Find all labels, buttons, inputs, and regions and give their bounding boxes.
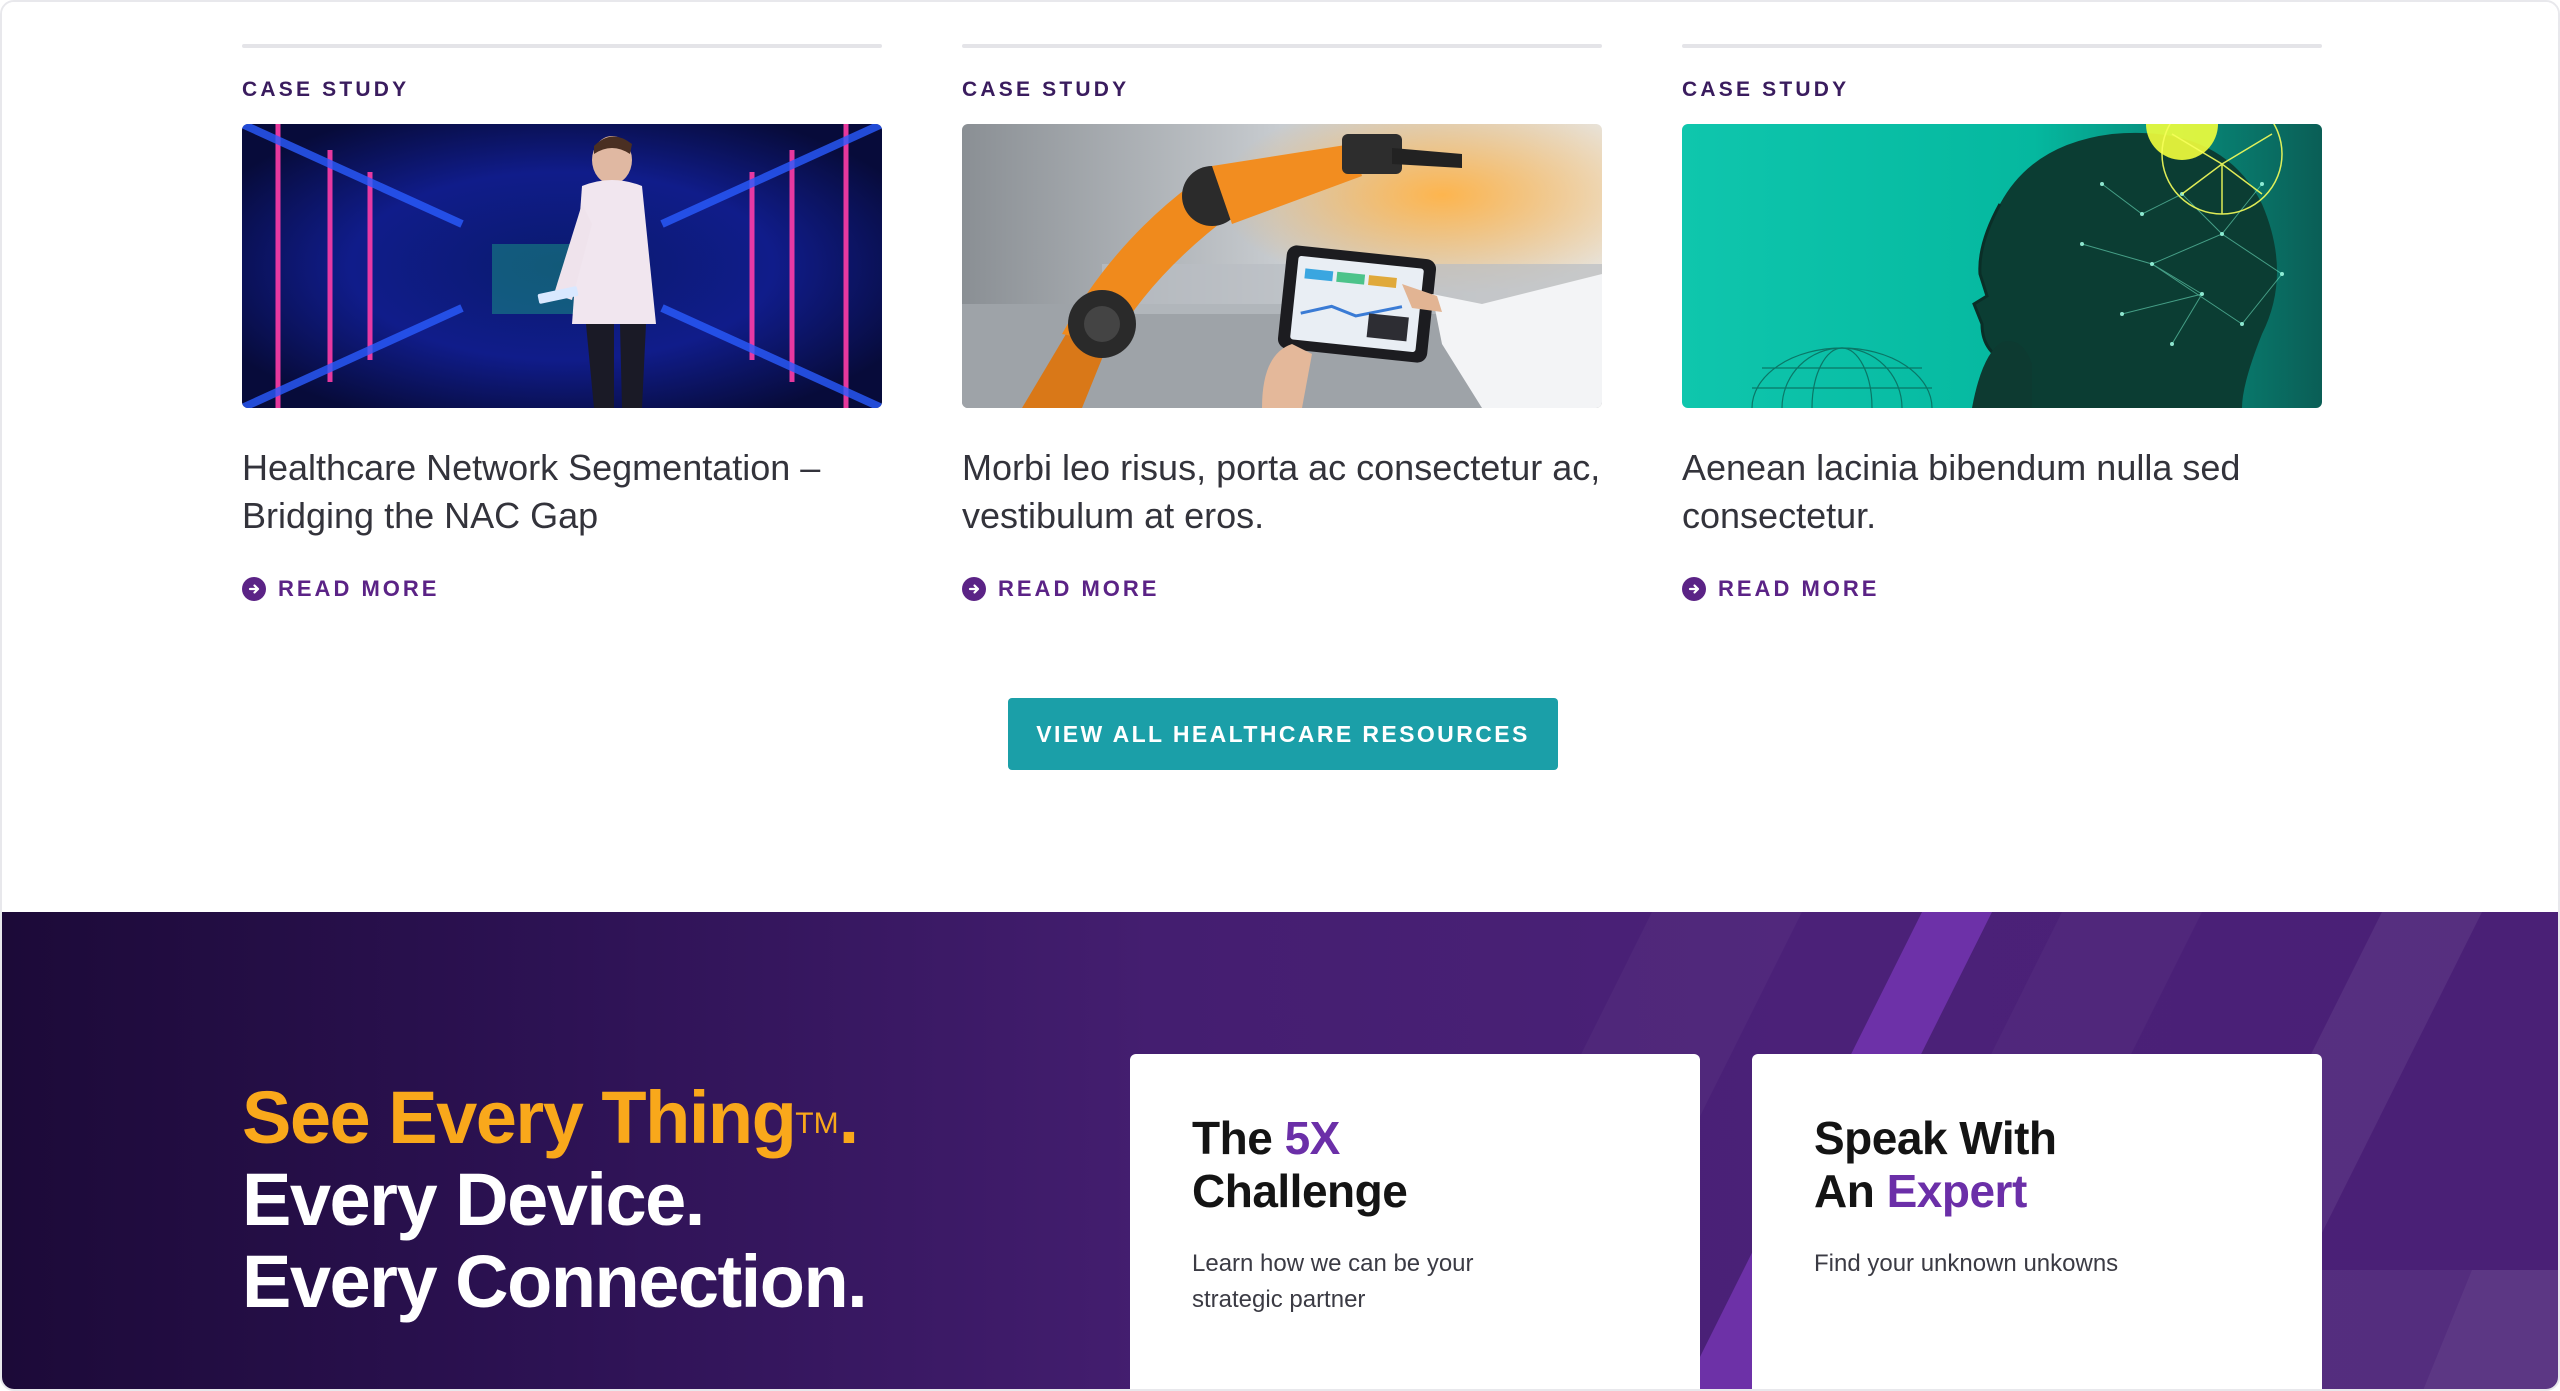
read-more-label: READ MORE [1718,576,1880,601]
five-x-challenge-card[interactable]: The 5X Challenge Learn how we can be you… [1130,1054,1700,1389]
promo-band: See Every ThingTM. Every Device. Every C… [2,912,2558,1389]
card-description: Find your unknown unkowns [1814,1250,2119,1277]
card-image[interactable] [242,124,882,408]
card-category: CASE STUDY [962,78,1130,101]
card-category: CASE STUDY [1682,78,1850,101]
card-divider [1682,44,2322,48]
healthcare-resources-section: CASE STUDY Healthcare Network Segmentati… [2,2,2558,912]
resource-card: CASE STUDY [242,44,882,602]
read-more-link[interactable]: READ MORE [242,576,882,602]
arrow-circle-right-icon [962,577,986,601]
speak-with-expert-card[interactable]: Speak With An Expert Find your unknown u… [1752,1054,2322,1389]
card-divider [962,44,1602,48]
resource-card: CASE STUDY [962,44,1602,602]
trademark-mark: TM [795,1107,839,1140]
view-all-resources-button[interactable]: VIEW ALL HEALTHCARE RESOURCES [1008,698,1558,770]
tagline-line-3: Every Connection. [242,1240,868,1323]
data-center-corridor-image [242,124,882,408]
card-image[interactable] [962,124,1602,408]
read-more-label: READ MORE [278,576,440,601]
card-divider [242,44,882,48]
card-image[interactable] [1682,124,2322,408]
tagline-line-2: Every Device. [242,1158,705,1241]
card-title: The 5X Challenge [1192,1112,1408,1217]
card-description: Learn how we can be your strategic partn… [1192,1250,1474,1313]
card-headline[interactable]: Aenean lacinia bibendum nulla sed consec… [1682,444,2322,540]
arrow-circle-right-icon [1682,577,1706,601]
page-frame: CASE STUDY Healthcare Network Segmentati… [0,0,2560,1391]
card-title: Speak With An Expert [1814,1112,2057,1217]
card-category: CASE STUDY [242,78,410,101]
resource-card: CASE STUDY [1682,44,2322,602]
card-headline[interactable]: Healthcare Network Segmentation – Bridgi… [242,444,882,540]
robot-arm-tablet-image [962,124,1602,408]
card-headline[interactable]: Morbi leo risus, porta ac consectetur ac… [962,444,1602,540]
promo-tagline: See Every ThingTM. Every Device. Every C… [242,1076,868,1323]
arrow-circle-right-icon [242,577,266,601]
digital-profile-image [1682,124,2322,408]
read-more-link[interactable]: READ MORE [1682,576,2322,602]
read-more-label: READ MORE [998,576,1160,601]
tagline-line-1: See Every ThingTM. [242,1076,859,1159]
read-more-link[interactable]: READ MORE [962,576,1602,602]
